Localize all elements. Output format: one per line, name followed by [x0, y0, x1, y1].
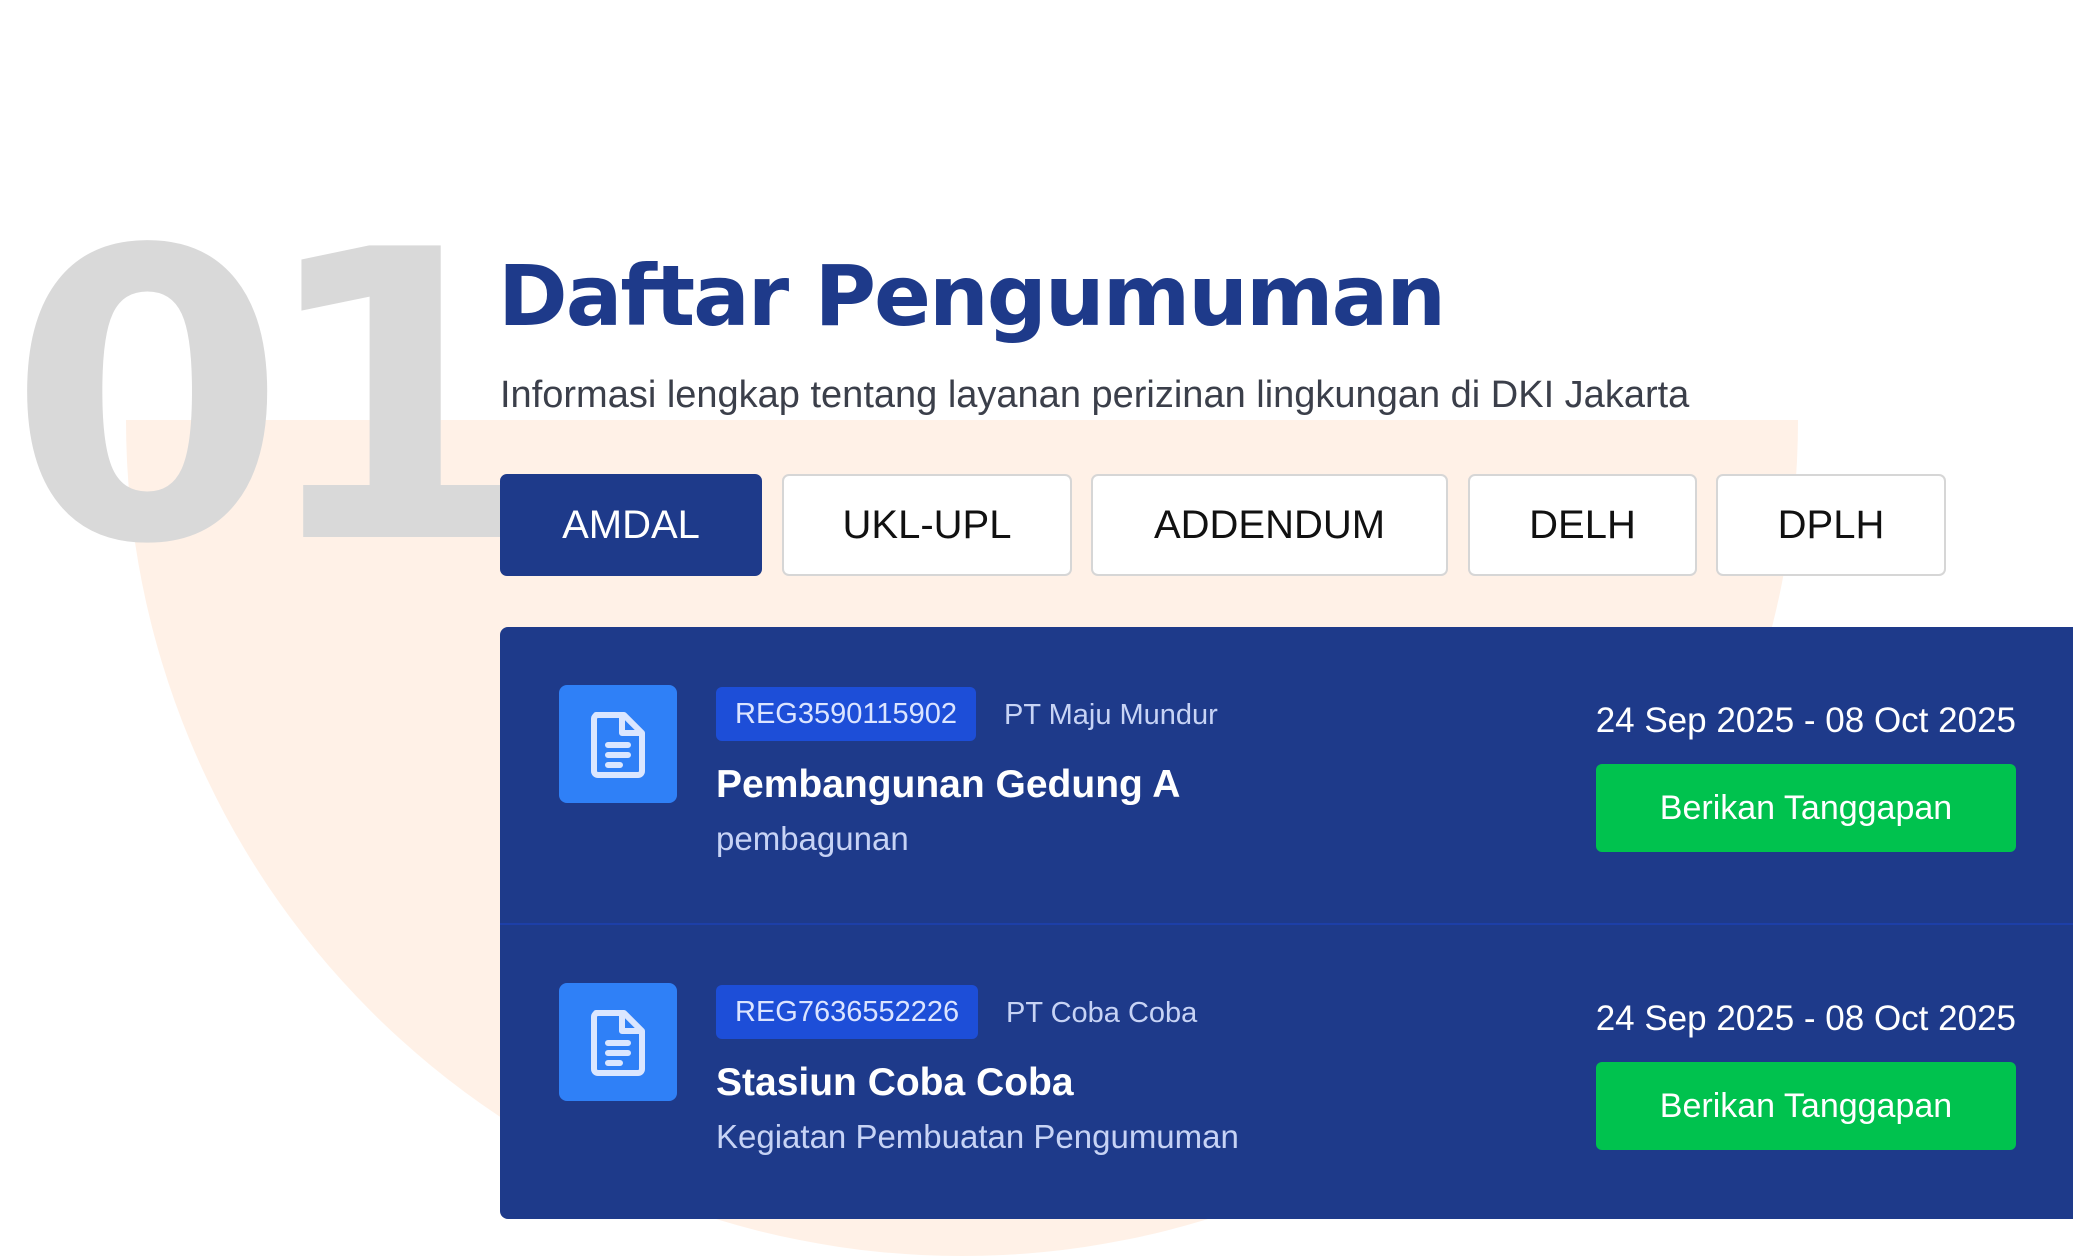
tab-amdal[interactable]: AMDAL — [500, 474, 762, 576]
date-range: 24 Sep 2025 - 08 Oct 2025 — [1595, 701, 2016, 740]
tab-addendum[interactable]: ADDENDUM — [1091, 474, 1448, 576]
announcement-list: REG3590115902 PT Maju Mundur Pembangunan… — [500, 627, 2073, 1219]
registration-badge: REG7636552226 — [716, 985, 979, 1039]
document-icon — [559, 685, 677, 803]
announcement-category: pembagunan — [716, 820, 909, 857]
announcement-item: REG3590115902 PT Maju Mundur Pembangunan… — [500, 627, 2073, 923]
company-name: PT Maju Mundur — [1004, 699, 1218, 731]
give-response-button[interactable]: Berikan Tanggapan — [1596, 1062, 2016, 1150]
registration-badge: REG3590115902 — [716, 687, 976, 741]
tab-dplh[interactable]: DPLH — [1716, 474, 1946, 576]
document-icon — [559, 983, 677, 1101]
announcement-title: Stasiun Coba Coba — [716, 1061, 1074, 1104]
company-name: PT Coba Coba — [1006, 997, 1198, 1029]
page-title: Daftar Pengumuman — [498, 247, 1446, 345]
announcement-category: Kegiatan Pembuatan Pengumuman — [716, 1118, 1239, 1155]
announcement-title: Pembangunan Gedung A — [716, 763, 1181, 806]
tab-delh[interactable]: DELH — [1468, 474, 1697, 576]
give-response-button[interactable]: Berikan Tanggapan — [1596, 764, 2016, 852]
section-number: 01 — [8, 167, 535, 632]
date-range: 24 Sep 2025 - 08 Oct 2025 — [1595, 999, 2016, 1038]
announcement-item: REG7636552226 PT Coba Coba Stasiun Coba … — [500, 923, 2073, 1221]
page-subtitle: Informasi lengkap tentang layanan perizi… — [500, 374, 1690, 416]
tab-ukl-upl[interactable]: UKL-UPL — [782, 474, 1072, 576]
